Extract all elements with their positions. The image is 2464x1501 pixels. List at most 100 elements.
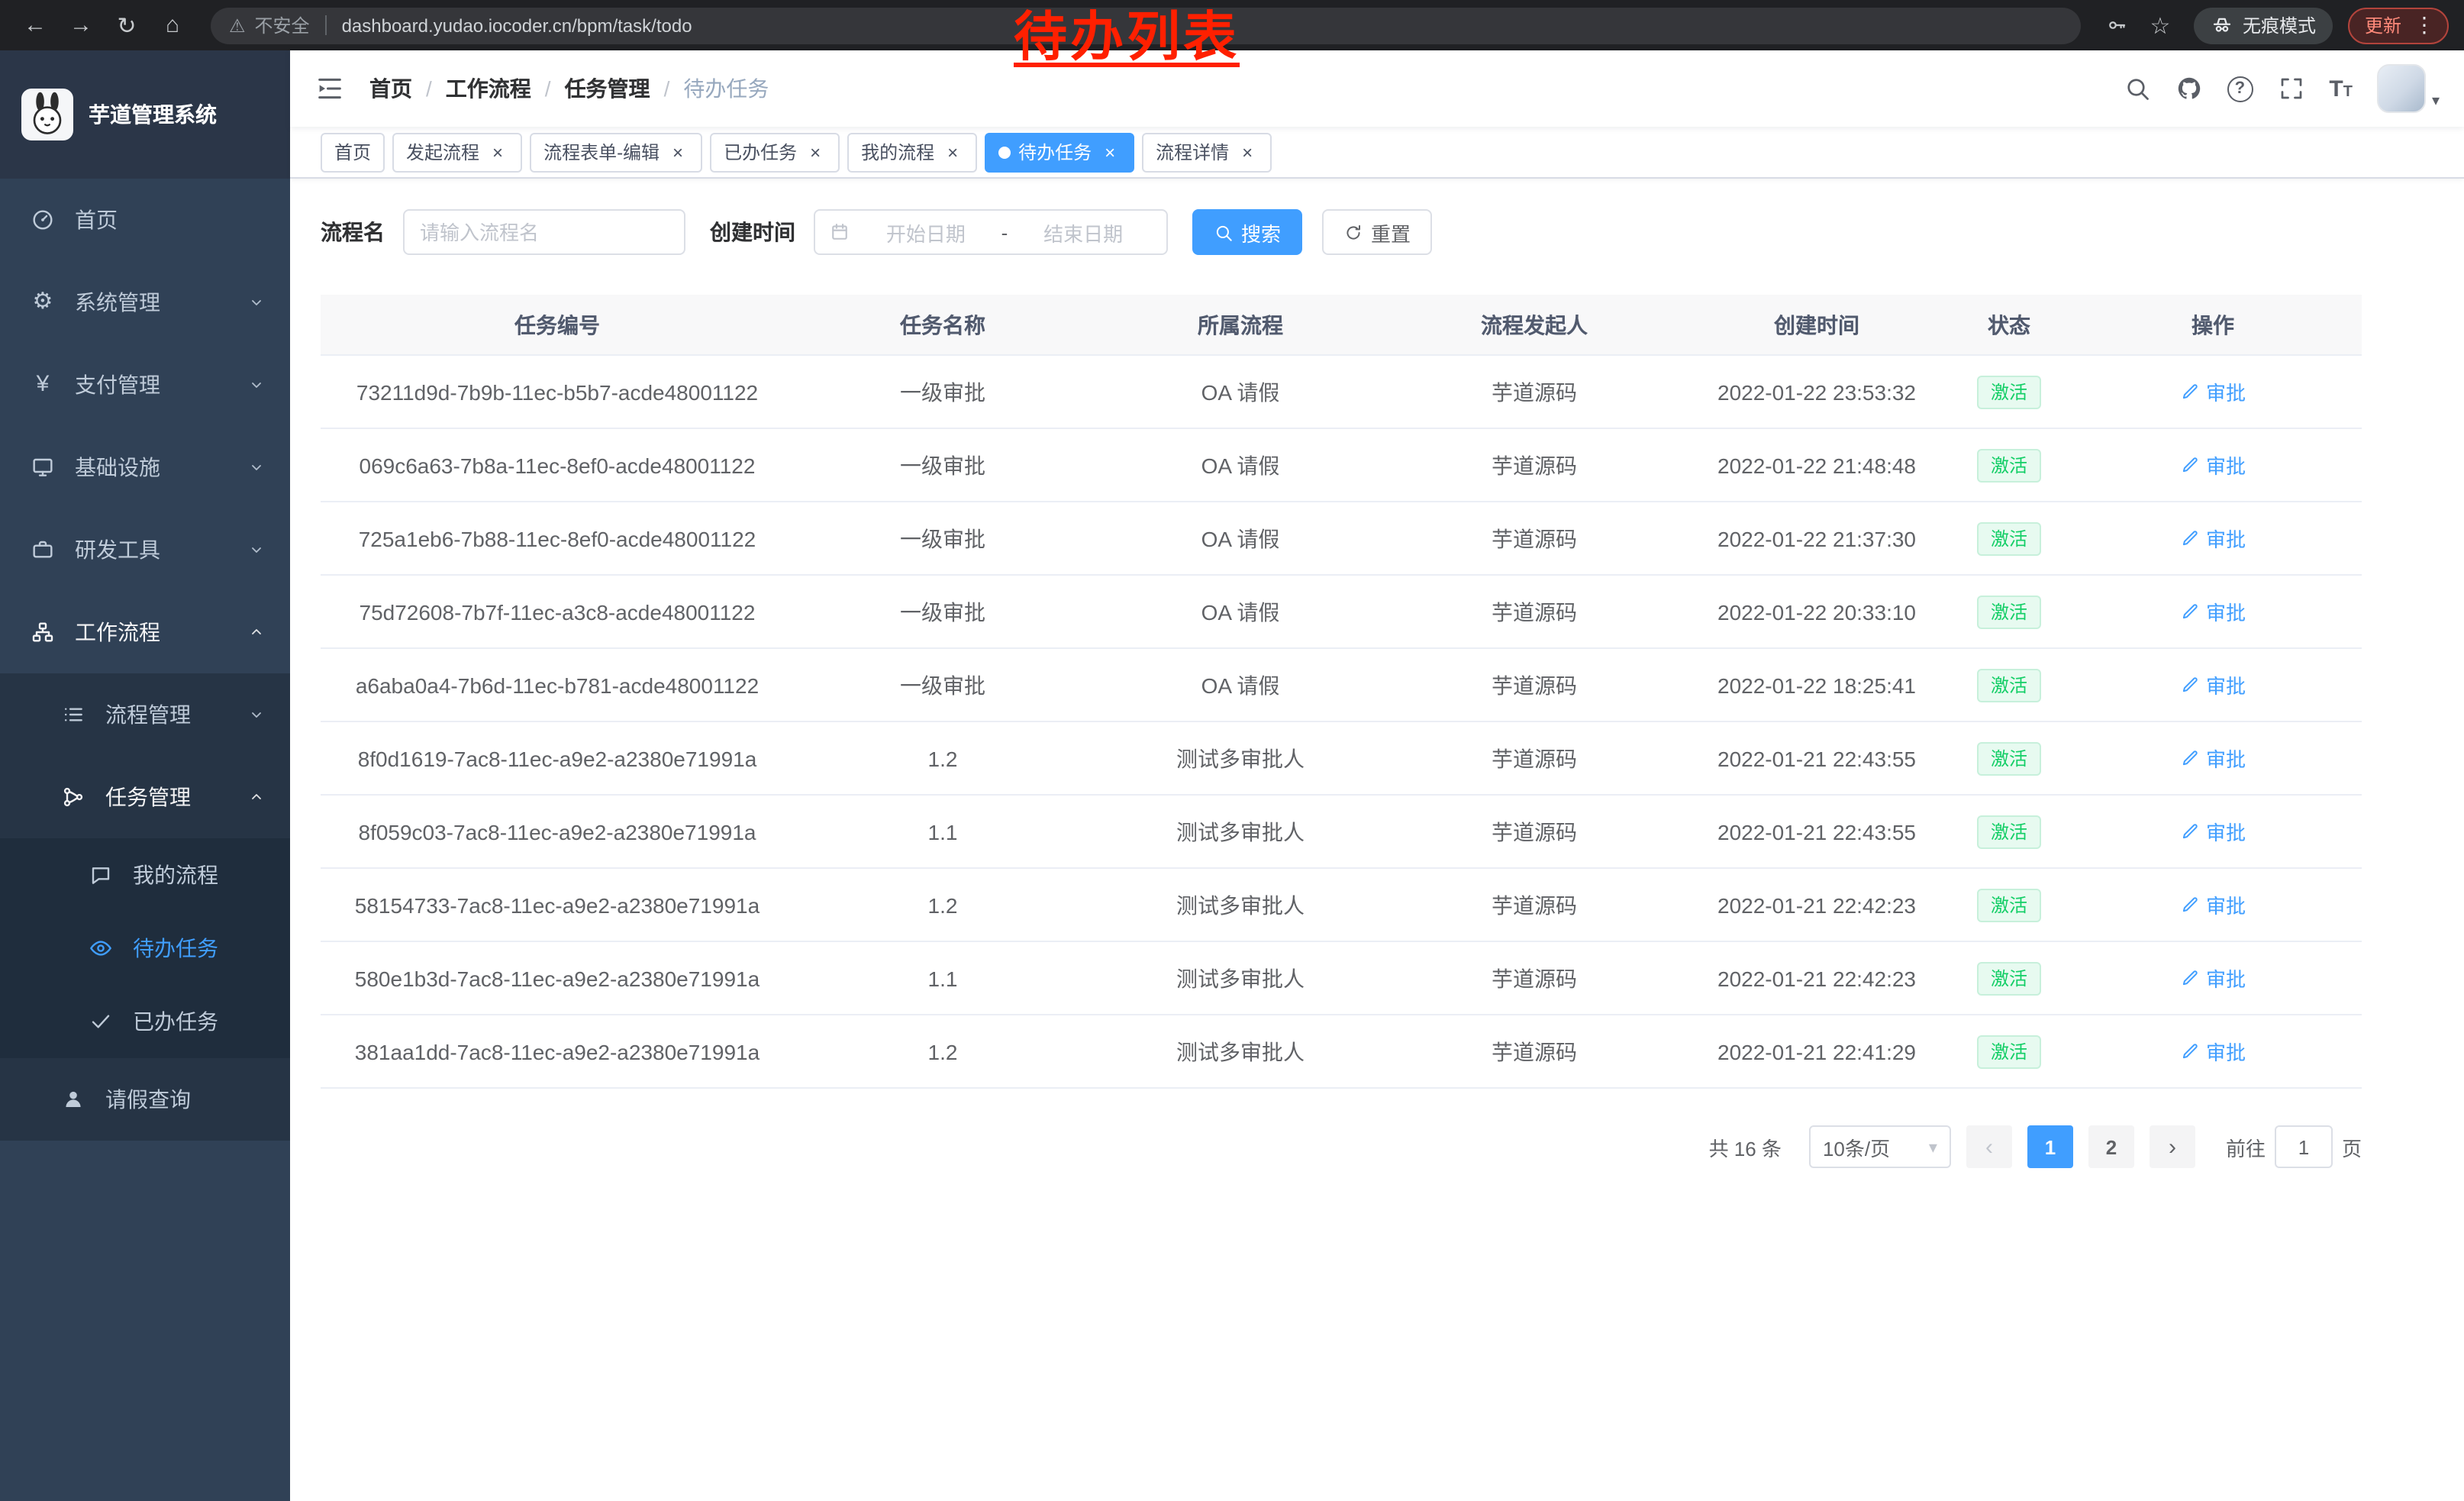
- approve-link[interactable]: 审批: [2180, 597, 2246, 626]
- tab-todo-task[interactable]: 待办任务 ×: [985, 132, 1134, 172]
- approve-link[interactable]: 审批: [2180, 744, 2246, 773]
- start-date-placeholder: 开始日期: [856, 218, 995, 247]
- toolbox-icon: [31, 537, 55, 562]
- tab-home[interactable]: 首页: [321, 132, 385, 172]
- cell-process: 测试多审批人: [1092, 1036, 1389, 1067]
- sidebar-item-my-process[interactable]: 我的流程: [0, 838, 290, 912]
- cell-actions: 审批: [2064, 744, 2362, 773]
- sidebar-collapse-icon[interactable]: [314, 73, 345, 104]
- task-table-rows: 73211d9d-7b9b-11ec-b5b7-acde48001122一级审批…: [321, 356, 2362, 1089]
- sidebar-item-system[interactable]: ⚙ 系统管理: [0, 261, 290, 344]
- approve-link[interactable]: 审批: [2180, 817, 2246, 846]
- browser-update-button[interactable]: 更新 ⋮: [2348, 7, 2449, 44]
- tab-close-icon[interactable]: ×: [667, 141, 689, 163]
- range-separator: -: [1001, 221, 1008, 244]
- breadcrumb: 首页 / 工作流程 / 任务管理 / 待办任务: [369, 73, 769, 104]
- incognito-label: 无痕模式: [2243, 12, 2316, 38]
- approve-link[interactable]: 审批: [2180, 670, 2246, 699]
- sidebar-item-label: 支付管理: [75, 370, 160, 400]
- page-number-1[interactable]: 1: [2027, 1125, 2073, 1168]
- browser-reload-icon[interactable]: ↻: [107, 5, 147, 45]
- tab-close-icon[interactable]: ×: [805, 141, 826, 163]
- approve-link[interactable]: 审批: [2180, 1037, 2246, 1066]
- breadcrumb-task-mgmt[interactable]: 任务管理: [565, 73, 650, 104]
- address-bar[interactable]: ⚠ 不安全 dashboard.yudao.iocoder.cn/bpm/tas…: [211, 7, 2081, 44]
- tab-close-icon[interactable]: ×: [1237, 141, 1258, 163]
- tab-close-icon[interactable]: ×: [942, 141, 963, 163]
- bookmark-star-icon[interactable]: ☆: [2142, 7, 2179, 44]
- tab-label: 发起流程: [406, 139, 479, 165]
- avatar[interactable]: [2377, 64, 2426, 113]
- sidebar-item-task-mgmt[interactable]: 任务管理: [0, 756, 290, 838]
- cell-actions: 审批: [2064, 597, 2362, 626]
- cell-task-name: 一级审批: [794, 670, 1092, 700]
- sidebar-item-process-mgmt[interactable]: 流程管理: [0, 673, 290, 756]
- font-size-icon[interactable]: TT: [2329, 77, 2353, 100]
- app-logo[interactable]: 芋道管理系统: [0, 50, 290, 179]
- sidebar-item-payment[interactable]: ¥ 支付管理: [0, 344, 290, 426]
- sitemap-icon: [31, 620, 55, 644]
- reset-button[interactable]: 重置: [1322, 209, 1432, 255]
- cell-task-id: 58154733-7ac8-11ec-a9e2-a2380e71991a: [321, 893, 794, 917]
- cell-process: OA 请假: [1092, 450, 1389, 480]
- cell-created: 2022-01-22 20:33:10: [1679, 599, 1954, 624]
- date-range-picker[interactable]: 开始日期 - 结束日期: [814, 209, 1168, 255]
- cell-process: OA 请假: [1092, 376, 1389, 407]
- approve-link[interactable]: 审批: [2180, 524, 2246, 553]
- sidebar-item-workflow[interactable]: 工作流程: [0, 591, 290, 673]
- prev-page-button[interactable]: ‹: [1966, 1125, 2012, 1168]
- fullscreen-icon[interactable]: [2277, 75, 2304, 102]
- approve-link[interactable]: 审批: [2180, 964, 2246, 993]
- approve-link[interactable]: 审批: [2180, 450, 2246, 479]
- approve-link[interactable]: 审批: [2180, 890, 2246, 919]
- tab-close-icon[interactable]: ×: [1099, 141, 1121, 163]
- sidebar-item-leave-query[interactable]: 请假查询: [0, 1058, 290, 1141]
- sidebar-item-infra[interactable]: 基础设施: [0, 426, 290, 508]
- tab-start-process[interactable]: 发起流程 ×: [392, 132, 522, 172]
- next-page-button[interactable]: ›: [2150, 1125, 2195, 1168]
- breadcrumb-home[interactable]: 首页: [369, 73, 412, 104]
- password-key-icon[interactable]: [2099, 7, 2136, 44]
- cell-starter: 芋道源码: [1389, 743, 1679, 773]
- page-number-2[interactable]: 2: [2088, 1125, 2134, 1168]
- table-row: 8f0d1619-7ac8-11ec-a9e2-a2380e71991a1.2测…: [321, 722, 2362, 796]
- search-button[interactable]: 搜索: [1192, 209, 1302, 255]
- tab-label: 已办任务: [724, 139, 797, 165]
- cell-task-id: 8f059c03-7ac8-11ec-a9e2-a2380e71991a: [321, 819, 794, 844]
- help-icon[interactable]: ?: [2227, 76, 2253, 102]
- address-separator: [325, 15, 327, 35]
- tab-close-icon[interactable]: ×: [487, 141, 508, 163]
- approve-link[interactable]: 审批: [2180, 377, 2246, 406]
- browser-back-icon[interactable]: ←: [15, 5, 55, 45]
- search-icon[interactable]: [2123, 75, 2150, 102]
- sidebar-item-home[interactable]: 首页: [0, 179, 290, 261]
- sidebar-item-label: 请假查询: [105, 1084, 191, 1115]
- browser-home-icon[interactable]: ⌂: [153, 5, 192, 45]
- process-name-input-wrap: [403, 209, 685, 255]
- right-column: 首页 / 工作流程 / 任务管理 / 待办任务 ?: [290, 50, 2464, 1501]
- tab-form-edit[interactable]: 流程表单-编辑 ×: [530, 132, 702, 172]
- tab-label: 流程详情: [1156, 139, 1229, 165]
- user-menu[interactable]: ▾: [2377, 64, 2440, 113]
- sidebar-item-label: 已办任务: [133, 1006, 218, 1037]
- tab-process-detail[interactable]: 流程详情 ×: [1142, 132, 1272, 172]
- sidebar-item-label: 首页: [75, 205, 118, 235]
- github-icon[interactable]: [2175, 75, 2202, 102]
- incognito-badge[interactable]: 无痕模式: [2194, 7, 2333, 44]
- process-name-input[interactable]: [420, 221, 669, 244]
- sidebar-item-todo-task[interactable]: 待办任务: [0, 912, 290, 985]
- breadcrumb-workflow[interactable]: 工作流程: [446, 73, 531, 104]
- tab-done-task[interactable]: 已办任务 ×: [710, 132, 840, 172]
- sidebar-item-done-task[interactable]: 已办任务: [0, 985, 290, 1058]
- browser-forward-icon[interactable]: →: [61, 5, 101, 45]
- cell-starter: 芋道源码: [1389, 816, 1679, 847]
- monitor-icon: [31, 455, 55, 479]
- goto-page-input[interactable]: [2275, 1125, 2333, 1168]
- tab-my-process[interactable]: 我的流程 ×: [847, 132, 977, 172]
- browser-menu-icon[interactable]: ⋮: [2409, 12, 2440, 38]
- status-badge: 激活: [1977, 448, 2041, 482]
- approve-link-label: 审批: [2206, 597, 2246, 626]
- sidebar-item-label: 待办任务: [133, 933, 218, 964]
- sidebar-item-devtools[interactable]: 研发工具: [0, 508, 290, 591]
- page-size-select[interactable]: 10条/页 ▾: [1809, 1125, 1951, 1168]
